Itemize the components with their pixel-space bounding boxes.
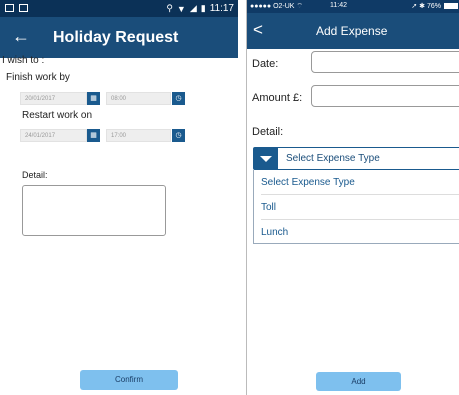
confirm-button[interactable]: Confirm [80, 370, 178, 390]
option-lunch[interactable]: Lunch [254, 220, 459, 245]
restart-date-input[interactable]: 24/01/2017 [20, 129, 87, 142]
location-icon: ⚲ [166, 3, 173, 13]
holiday-request-screen: ⚲ ▼ ◢ ▮ 11:17 ← Holiday Request I wish t… [0, 0, 238, 395]
status-time: 11:17 [209, 3, 234, 14]
amount-label: Amount £: [252, 92, 303, 104]
restart-time-input[interactable]: 17:00 [106, 129, 171, 142]
image-icon [19, 4, 28, 12]
wifi-icon: ▼ [176, 3, 186, 14]
clock-icon[interactable]: ◷ [172, 92, 185, 105]
add-button[interactable]: Add [316, 372, 401, 391]
battery-icon: ▮ [200, 3, 206, 13]
nav-bar: < Add Expense [247, 13, 459, 49]
battery-text: ➚ ✱ 76% [411, 3, 441, 10]
detail-label: Detail: [252, 126, 284, 138]
intro-text: I wish to : [2, 55, 45, 66]
ios-status-bar: ●●●●● O2-UK ⌔ 11:42 ➚ ✱ 76% [247, 0, 459, 13]
finish-label: Finish work by [6, 72, 70, 83]
triangle-down-icon [260, 156, 272, 162]
date-label: Date: [252, 58, 279, 70]
select-label: Select Expense Type [286, 153, 380, 164]
back-arrow-icon[interactable]: ← [12, 26, 30, 46]
dropdown-toggle[interactable] [254, 148, 278, 169]
carrier-text: ●●●●● O2-UK ⌔ [250, 3, 304, 10]
option-select-expense-type[interactable]: Select Expense Type [254, 170, 459, 195]
notification-icon [5, 4, 14, 12]
expense-type-options: Select Expense Type Toll Lunch [253, 170, 459, 244]
status-time: 11:42 [330, 2, 347, 9]
expense-type-select[interactable]: Select Expense Type [253, 147, 459, 170]
app-bar: ← Holiday Request [0, 17, 238, 58]
option-label: Lunch [261, 227, 289, 238]
date-input[interactable] [311, 51, 459, 73]
battery-icon [444, 3, 458, 9]
option-label: Toll [261, 202, 277, 213]
option-label: Select Expense Type [261, 177, 355, 188]
amount-input[interactable] [311, 85, 459, 107]
screen-divider [238, 0, 246, 395]
screenshot: ⚲ ▼ ◢ ▮ 11:17 ← Holiday Request I wish t… [0, 0, 459, 395]
page-title: Holiday Request [53, 29, 179, 46]
option-toll[interactable]: Toll [254, 195, 459, 220]
detail-label: Detail: [22, 170, 48, 180]
signal-icon: ◢ [189, 3, 197, 13]
calendar-icon[interactable]: ▦ [87, 92, 100, 105]
restart-label: Restart work on [22, 110, 93, 121]
android-status-bar: ⚲ ▼ ◢ ▮ 11:17 [0, 0, 238, 17]
back-chevron-icon[interactable]: < [253, 21, 263, 39]
detail-textarea[interactable] [22, 185, 166, 236]
clock-icon[interactable]: ◷ [172, 129, 185, 142]
finish-date-input[interactable]: 20/01/2017 [20, 92, 87, 105]
add-expense-screen: ●●●●● O2-UK ⌔ 11:42 ➚ ✱ 76% < Add Expens… [246, 0, 459, 395]
finish-time-input[interactable]: 08:00 [106, 92, 171, 105]
calendar-icon[interactable]: ▦ [87, 129, 100, 142]
page-title: Add Expense [316, 24, 388, 38]
